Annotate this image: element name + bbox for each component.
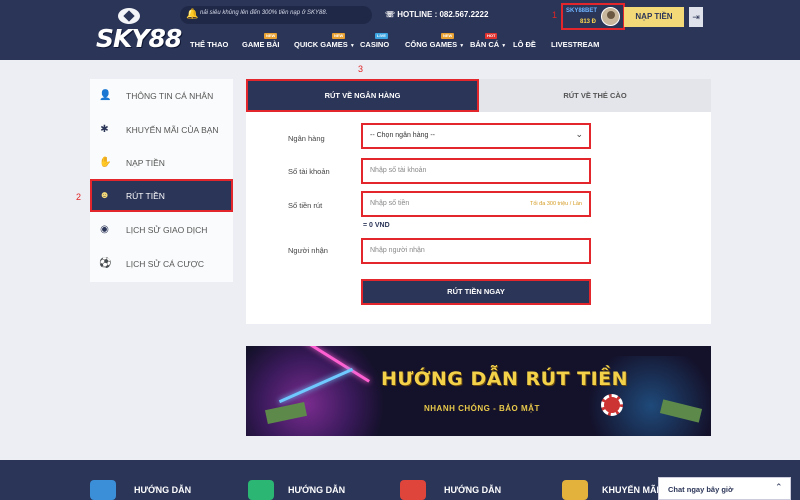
new-badge: NEW: [264, 33, 278, 39]
tag-icon: [562, 480, 588, 500]
tab-withdraw-card[interactable]: RÚT VỀ THẺ CÀO: [479, 79, 711, 112]
live-badge: LIVE: [375, 33, 388, 39]
user-account-box[interactable]: SKY88BET 813 Đ: [561, 3, 625, 30]
nav-item-cong-games[interactable]: NEW CỔNG GAMES ▼: [405, 33, 465, 49]
nav-item-lo-de[interactable]: LÔ ĐỀ: [513, 40, 536, 49]
user-balance: 813 Đ: [580, 19, 597, 25]
amount-conversion: = 0 VND: [363, 222, 390, 229]
bank-label: Ngân hàng: [288, 134, 325, 143]
announcement-marquee[interactable]: 🔔 nải siêu khủng lên đến 300% tiền nạp ở…: [180, 6, 372, 24]
sidebar-item-label: RÚT TIỀN: [126, 191, 165, 201]
banner-title: HƯỚNG DẪN RÚT TIỀN: [381, 368, 629, 390]
casino-chip-icon: [601, 394, 623, 416]
sidebar-item-personal-info[interactable]: 👤 THÔNG TIN CÁ NHÂN: [90, 79, 233, 112]
sidebar-item-label: THÔNG TIN CÁ NHÂN: [126, 91, 214, 101]
logout-icon[interactable]: ⇥: [689, 7, 703, 27]
sidebar-item-promotions[interactable]: ✱ KHUYẾN MÃI CỦA BẠN: [90, 113, 233, 146]
guide-icon: [90, 480, 116, 500]
sidebar-item-deposit[interactable]: ✋ NẠP TIỀN: [90, 146, 233, 179]
tab-withdraw-bank[interactable]: RÚT VỀ NGÂN HÀNG: [246, 79, 479, 112]
logo-ball-icon: [116, 6, 142, 26]
account-sidebar: 👤 THÔNG TIN CÁ NHÂN ✱ KHUYẾN MÃI CỦA BẠN…: [90, 79, 233, 282]
amount-input[interactable]: Nhập số tiền Tối đa 300 triệu / Lần: [361, 191, 591, 217]
chevron-down-icon: ⌄: [575, 129, 583, 139]
footer-item-label: HƯỚNG DẪN: [134, 485, 192, 495]
gift-icon: ✱: [100, 124, 109, 135]
sidebar-item-label: LỊCH SỬ CÁ CƯỢC: [126, 259, 205, 269]
sidebar-item-withdraw[interactable]: ☻ RÚT TIỀN: [90, 179, 233, 212]
dollar-icon: [248, 480, 274, 500]
ball-icon: ⚽: [99, 258, 112, 269]
top-info-bar: 🔔 nải siêu khủng lên đến 300% tiền nạp ở…: [180, 6, 540, 24]
caret-down-icon: ▼: [459, 43, 465, 49]
amount-placeholder: Nhập số tiền: [370, 200, 410, 207]
account-number-label: Số tài khoản: [288, 167, 330, 176]
new-badge: NEW: [441, 33, 455, 39]
chat-label: Chat ngay bây giờ: [668, 485, 734, 494]
footer-item-label: HƯỚNG DẪN: [288, 485, 346, 495]
new-badge: NEW: [332, 33, 346, 39]
deposit-icon: ✋: [99, 157, 112, 168]
hotline-text: HOTLINE : 082.567.2222: [397, 10, 489, 19]
nav-item-casino[interactable]: LIVE CASINO: [360, 33, 389, 49]
footer-item-label: HƯỚNG DẪN: [444, 485, 502, 495]
account-number-input[interactable]: Nhập số tài khoản: [361, 158, 591, 184]
history-icon: ◉: [100, 224, 109, 235]
sidebar-item-bet-history[interactable]: ⚽ LỊCH SỬ CÁ CƯỢC: [90, 247, 233, 280]
bank-select-value: -- Chọn ngân hàng --: [370, 132, 435, 139]
nav-item-game-bai[interactable]: NEW GAME BÀI: [242, 33, 280, 49]
deposit-button[interactable]: NẠP TIỀN: [624, 7, 684, 27]
nav-item-the-thao[interactable]: THỂ THAO: [190, 40, 228, 49]
return-icon: [400, 480, 426, 500]
amount-label: Số tiền rút: [288, 201, 323, 210]
announcement-text: nải siêu khủng lên đến 300% tiền nạp ở S…: [200, 10, 328, 16]
nav-item-ban-ca[interactable]: HOT BẮN CÁ ▼: [470, 33, 507, 49]
bank-select[interactable]: -- Chọn ngân hàng -- ⌄: [361, 123, 591, 149]
sidebar-item-label: NẠP TIỀN: [126, 158, 165, 168]
withdraw-icon: ☻: [99, 190, 110, 201]
user-icon: 👤: [99, 90, 112, 101]
avatar[interactable]: [601, 7, 620, 26]
account-number-placeholder: Nhập số tài khoản: [370, 167, 427, 174]
recipient-placeholder: Nhập người nhận: [370, 247, 425, 254]
live-chat-button[interactable]: Chat ngay bây giờ ⌃: [658, 477, 791, 500]
withdraw-panel: RÚT VỀ NGÂN HÀNG RÚT VỀ THẺ CÀO Ngân hàn…: [246, 79, 711, 324]
sidebar-item-label: LỊCH SỬ GIAO DỊCH: [126, 225, 208, 235]
bell-icon: 🔔: [186, 9, 199, 20]
logo-text: SKY88: [96, 24, 182, 53]
sidebar-item-label: KHUYẾN MÃI CỦA BẠN: [126, 125, 219, 135]
nav-item-livestream[interactable]: LIVESTREAM: [551, 40, 599, 49]
banner-subtitle: NHANH CHÓNG - BẢO MẬT: [424, 404, 540, 413]
headset-icon: ☏: [385, 10, 396, 19]
annotation-number-3: 3: [358, 64, 364, 74]
hotline: ☏ HOTLINE : 082.567.2222: [385, 10, 488, 19]
recipient-label: Người nhận: [288, 246, 328, 255]
withdraw-now-button[interactable]: RÚT TIỀN NGAY: [361, 279, 591, 305]
nav-item-quick-games[interactable]: NEW QUICK GAMES ▼: [294, 33, 355, 49]
top-header: SKY88 🔔 nải siêu khủng lên đến 300% tiền…: [0, 0, 800, 60]
footer-item-label: KHUYẾN MÃI: [602, 485, 660, 495]
amount-limit-hint: Tối đa 300 triệu / Lần: [530, 201, 582, 207]
username: SKY88BET: [566, 8, 598, 14]
sidebar-item-transaction-history[interactable]: ◉ LỊCH SỬ GIAO DỊCH: [90, 213, 233, 246]
annotation-number-1: 1: [552, 10, 558, 20]
recipient-input[interactable]: Nhập người nhận: [361, 238, 591, 264]
caret-down-icon: ▼: [501, 43, 507, 49]
annotation-number-2: 2: [76, 192, 82, 202]
sky88-logo[interactable]: SKY88: [96, 6, 182, 58]
chevron-up-icon: ⌃: [775, 482, 783, 492]
withdraw-guide-banner[interactable]: HƯỚNG DẪN RÚT TIỀN NHANH CHÓNG - BẢO MẬT: [246, 346, 711, 436]
hot-badge: HOT: [485, 33, 498, 39]
caret-down-icon: ▼: [349, 43, 355, 49]
